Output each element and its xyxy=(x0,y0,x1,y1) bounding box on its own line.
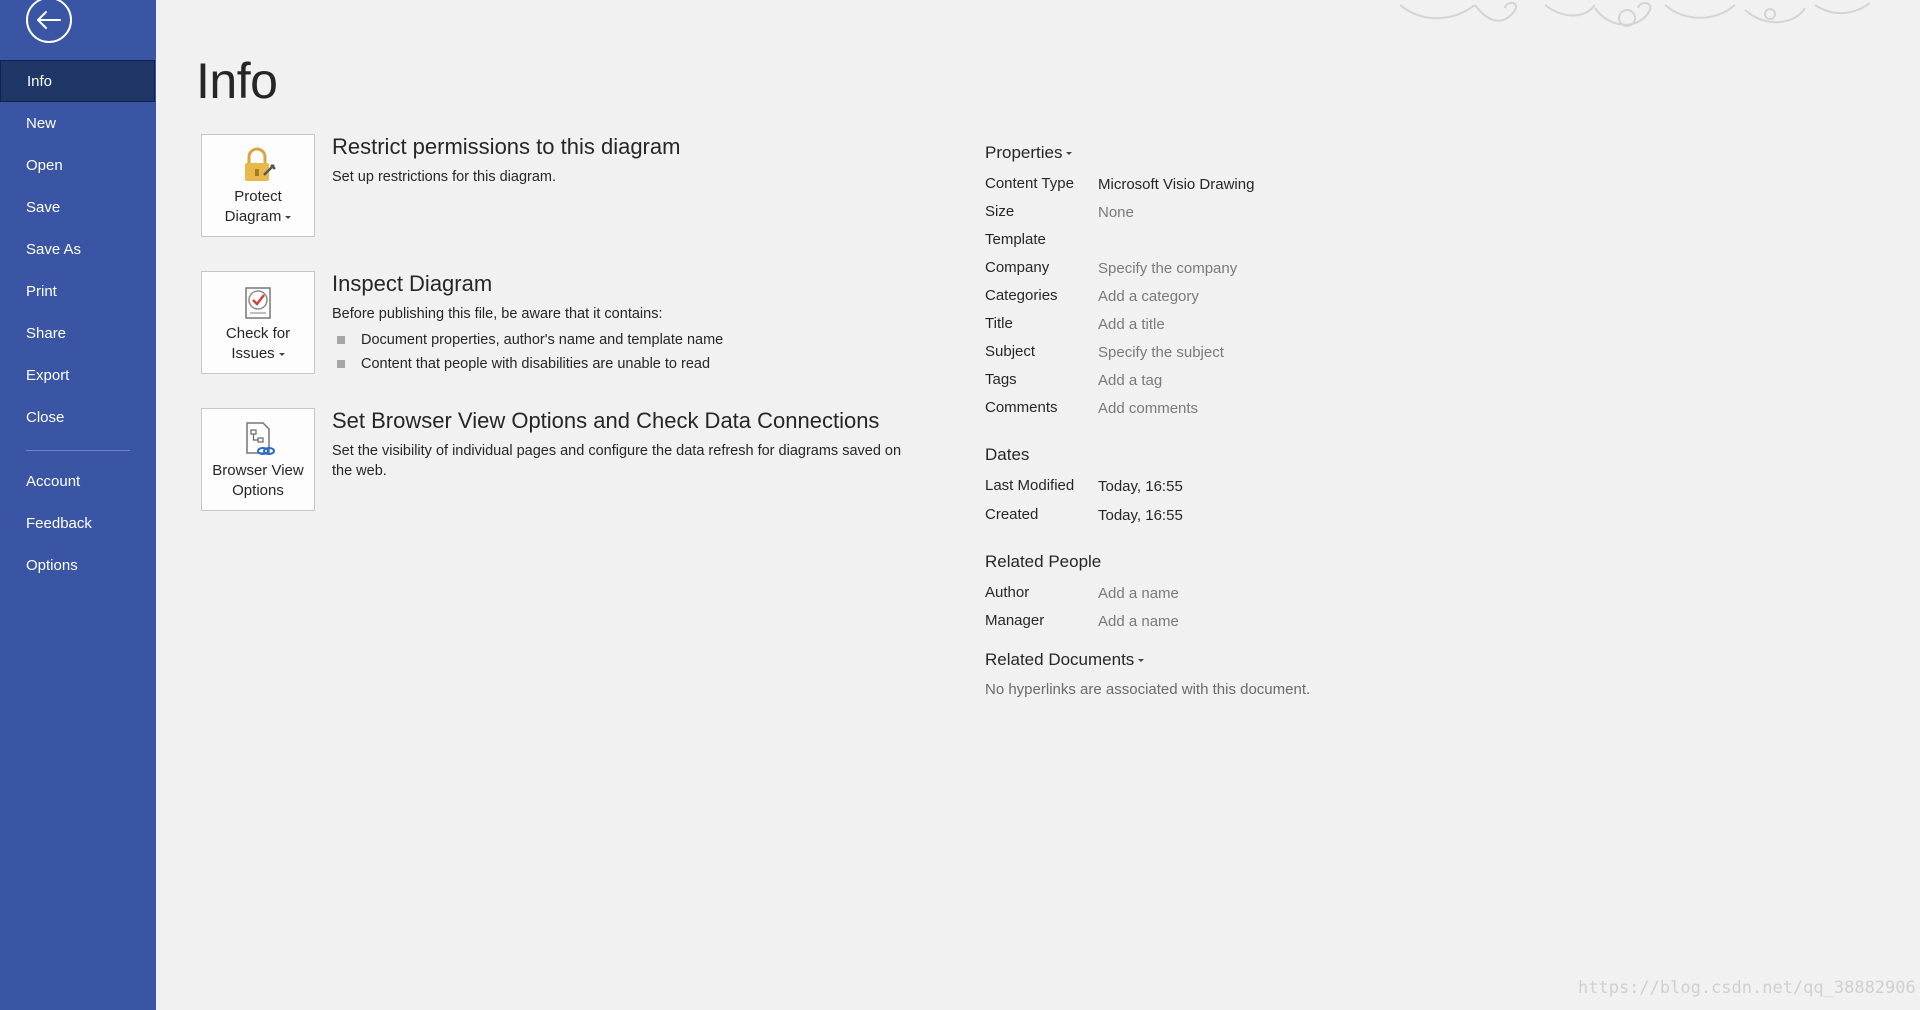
prop-label-manager: Manager xyxy=(985,612,1045,629)
sidebar-item-save[interactable]: Save xyxy=(0,186,155,228)
prop-label-size: Size xyxy=(985,203,1015,220)
prop-value-created: Today, 16:55 xyxy=(1098,507,1183,524)
prop-label-author: Author xyxy=(985,584,1030,601)
list-item: Content that people with disabilities ar… xyxy=(337,352,723,376)
prop-field-company[interactable]: Specify the company xyxy=(1098,260,1237,277)
check-for-issues-label: Check for Issues xyxy=(225,325,291,362)
sidebar-item-save-as[interactable]: Save As xyxy=(0,228,155,270)
sidebar-item-close[interactable]: Close xyxy=(0,396,155,438)
decorative-swirl-ornament xyxy=(1399,2,1871,27)
prop-label-title: Title xyxy=(985,315,1013,332)
related-documents-empty-text: No hyperlinks are associated with this d… xyxy=(985,681,1311,698)
sidebar-item-open[interactable]: Open xyxy=(0,144,155,186)
prop-label-subject: Subject xyxy=(985,343,1036,360)
prop-label-categories: Categories xyxy=(985,287,1058,304)
sidebar-divider xyxy=(26,450,130,451)
bullet-icon xyxy=(337,336,345,344)
prop-field-title[interactable]: Add a title xyxy=(1098,316,1165,333)
sidebar-item-export[interactable]: Export xyxy=(0,354,155,396)
browser-view-options-button[interactable]: Browser View Options xyxy=(201,408,315,511)
prop-value-size: None xyxy=(1098,204,1134,221)
lock-icon xyxy=(245,147,276,181)
sidebar-item-print[interactable]: Print xyxy=(0,270,155,312)
prop-value-last-modified: Today, 16:55 xyxy=(1098,478,1183,495)
prop-field-categories[interactable]: Add a category xyxy=(1098,288,1199,305)
prop-label-comments: Comments xyxy=(985,399,1058,416)
browser-view-heading: Set Browser View Options and Check Data … xyxy=(332,408,880,433)
dropdown-caret-icon xyxy=(278,352,285,356)
prop-field-author[interactable]: Add a name xyxy=(1098,585,1179,602)
browser-view-description: Set the visibility of individual pages a… xyxy=(332,443,902,479)
browser-view-options-icon xyxy=(246,422,275,455)
protect-diagram-button[interactable]: Protect Diagram xyxy=(201,134,315,237)
watermark-text: https://blog.csdn.net/qq_38882906 xyxy=(1578,978,1916,998)
protect-diagram-label: Protect Diagram xyxy=(203,187,313,227)
prop-label-content-type: Content Type xyxy=(985,175,1074,192)
browser-view-options-label: Browser View Options xyxy=(212,462,304,499)
sidebar-item-info[interactable]: Info xyxy=(0,60,155,102)
backstage-sidebar: Info New Open Save Save As Print Share E… xyxy=(0,0,156,1010)
dates-heading: Dates xyxy=(985,445,1030,464)
dropdown-caret-icon xyxy=(1066,152,1073,156)
prop-label-last-modified: Last Modified xyxy=(985,477,1075,494)
prop-value-content-type: Microsoft Visio Drawing xyxy=(1098,176,1255,193)
properties-heading[interactable]: Properties xyxy=(985,143,1073,163)
sidebar-item-options[interactable]: Options xyxy=(0,544,155,586)
prop-field-tags[interactable]: Add a tag xyxy=(1098,372,1162,389)
inspect-diagram-heading: Inspect Diagram xyxy=(332,271,493,296)
sidebar-item-feedback[interactable]: Feedback xyxy=(0,502,155,544)
dropdown-caret-icon xyxy=(1138,659,1145,663)
prop-label-created: Created xyxy=(985,506,1039,523)
prop-field-manager[interactable]: Add a name xyxy=(1098,613,1179,630)
sidebar-item-account[interactable]: Account xyxy=(0,460,155,502)
sidebar-item-share[interactable]: Share xyxy=(0,312,155,354)
bullet-icon xyxy=(337,360,345,368)
prop-label-template: Template xyxy=(985,231,1046,248)
list-item: Document properties, author's name and t… xyxy=(337,328,723,352)
inspect-diagram-description: Before publishing this file, be aware th… xyxy=(332,306,663,322)
prop-field-comments[interactable]: Add comments xyxy=(1098,400,1198,417)
prop-label-company: Company xyxy=(985,259,1050,276)
inspect-diagram-bullets: Document properties, author's name and t… xyxy=(337,328,723,376)
sidebar-item-new[interactable]: New xyxy=(0,102,155,144)
related-people-heading: Related People xyxy=(985,552,1102,571)
back-arrow-icon xyxy=(37,11,61,29)
prop-field-subject[interactable]: Specify the subject xyxy=(1098,344,1224,361)
protect-diagram-description: Set up restrictions for this diagram. xyxy=(332,169,557,185)
inspect-document-icon xyxy=(245,287,271,319)
page-title: Info xyxy=(196,53,278,109)
dropdown-caret-icon xyxy=(285,215,292,219)
protect-diagram-heading: Restrict permissions to this diagram xyxy=(332,134,681,159)
prop-label-tags: Tags xyxy=(985,371,1017,388)
back-button[interactable] xyxy=(26,0,72,43)
related-documents-heading[interactable]: Related Documents xyxy=(985,650,1145,670)
check-for-issues-button[interactable]: Check for Issues xyxy=(201,271,315,374)
